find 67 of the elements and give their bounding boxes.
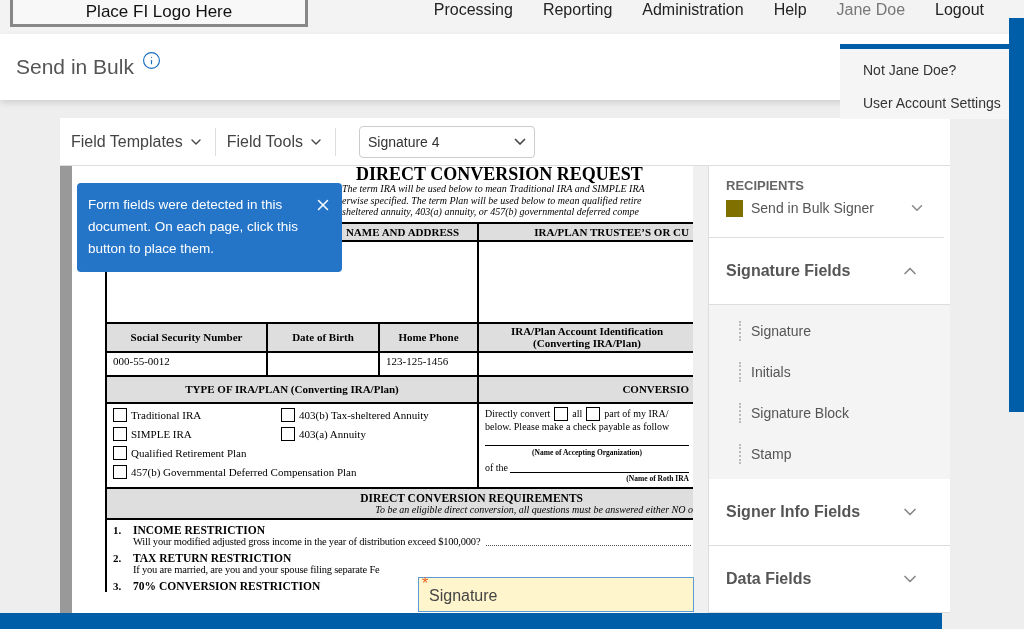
checkbox-label: 403(b) Tax-sheltered Annuity: [299, 408, 429, 421]
item-number: 2.: [113, 551, 123, 566]
field-item[interactable]: Initials: [739, 351, 950, 392]
table-cell: 123-125-1456: [380, 352, 479, 377]
toolbar-menu[interactable]: Field Tools: [226, 132, 335, 151]
checkbox[interactable]: [586, 406, 601, 421]
nav-link[interactable]: Administration: [642, 1, 744, 19]
checkbox[interactable]: [113, 445, 127, 460]
checkbox-label: 457(b) Governmental Deferred Compensation Plan: [131, 465, 357, 478]
requirement-title: 70% CONVERSION RESTRICTION: [133, 579, 321, 592]
form-text: Directly convert: [485, 408, 551, 419]
requirement-question: Will your modified adjusted gross income in the year of distribution exceed $100,000?: [133, 536, 481, 549]
table-header-cell: TYPE OF IRA/PLAN (Converting IRA/Plan): [107, 376, 479, 404]
chevron-down-icon: [513, 138, 526, 145]
requirement-title: INCOME RESTRICTION: [133, 523, 265, 536]
checkbox-label: Traditional IRA: [131, 408, 202, 421]
checkbox[interactable]: [113, 426, 127, 441]
checkbox-label: SIMPLE IRA: [131, 427, 192, 440]
table-header-cell: CONVERSIO: [479, 376, 693, 404]
menu-item[interactable]: Not Jane Doe?: [863, 54, 1009, 87]
document-title: DIRECT CONVERSION REQUEST: [355, 166, 644, 183]
table-header-cell: Date of Birth: [268, 323, 380, 353]
field-label: Signature: [429, 587, 498, 605]
form-text: part of my IRA/: [604, 408, 669, 419]
form-text: of the: [485, 461, 509, 473]
field-select[interactable]: Signature 4: [358, 125, 535, 158]
form-text: all: [572, 408, 583, 419]
checkbox[interactable]: [113, 464, 127, 479]
intro-text: The term IRA will be used below to mean Traditional IRA and SIMPLE IRA: [342, 183, 646, 195]
logo-text: Place FI Logo Here: [85, 2, 233, 22]
checkbox[interactable]: [281, 407, 295, 422]
table-header-cell: Social Security Number: [107, 323, 268, 353]
intro-text: sheltered annuity, 403(a) annuity, or 457(b) governmental deferred compe: [342, 206, 640, 218]
section-title: DIRECT CONVERSION REQUIREMENTS: [360, 491, 583, 504]
signature-field[interactable]: * Signature: [418, 577, 694, 612]
required-marker: *: [422, 575, 429, 593]
toolbar-menu[interactable]: Field Templates: [71, 132, 215, 151]
section-heading: RECIPIENTS: [726, 178, 805, 193]
nav-link[interactable]: Processing: [433, 1, 513, 19]
scrollbar[interactable]: [693, 166, 708, 613]
nav-link[interactable]: Logout: [935, 1, 984, 19]
info-icon[interactable]: [141, 50, 161, 70]
table-header-cell: Home Phone: [380, 323, 479, 353]
nav-link[interactable]: Reporting: [542, 1, 613, 19]
requirement-question: If you are married, are you and your spouse filing separate Fe: [133, 564, 380, 577]
menu-item[interactable]: User Account Settings: [863, 86, 1009, 119]
form-text: below. Please make a check payable as follow: [485, 420, 671, 432]
field-item[interactable]: Signature: [739, 310, 950, 351]
field-item[interactable]: Signature Block: [739, 392, 950, 433]
item-number: 3.: [113, 579, 123, 592]
checkbox[interactable]: [554, 406, 569, 421]
checkbox-label: Qualified Retirement Plan: [131, 446, 247, 459]
recipient-select[interactable]: Send in Bulk Signer: [726, 199, 926, 217]
item-number: 1.: [113, 523, 123, 538]
checkbox-label: 403(a) Annuity: [299, 427, 366, 440]
page-title: Send in Bulk: [16, 55, 134, 79]
checkbox[interactable]: [281, 426, 295, 441]
field-item[interactable]: Stamp: [739, 433, 950, 474]
nav-link[interactable]: Jane Doe: [836, 1, 906, 19]
checkbox[interactable]: [113, 407, 127, 422]
nav-link[interactable]: Help: [773, 1, 807, 19]
section-subtitle: To be an eligible direct conversion, all questions must be answered either NO o: [375, 503, 693, 516]
requirement-title: TAX RETURN RESTRICTION: [133, 551, 292, 564]
intro-text: erwise specified. The term Plan will be used below to mean qualified retire: [342, 194, 643, 206]
table-cell: 000-55-0012: [107, 352, 268, 377]
table-header-cell: IRA/Plan Account Identification (Converting IRA/Plan): [479, 323, 693, 353]
table-header-cell: IRA/PLAN TRUSTEE’S OR CU: [479, 223, 693, 242]
